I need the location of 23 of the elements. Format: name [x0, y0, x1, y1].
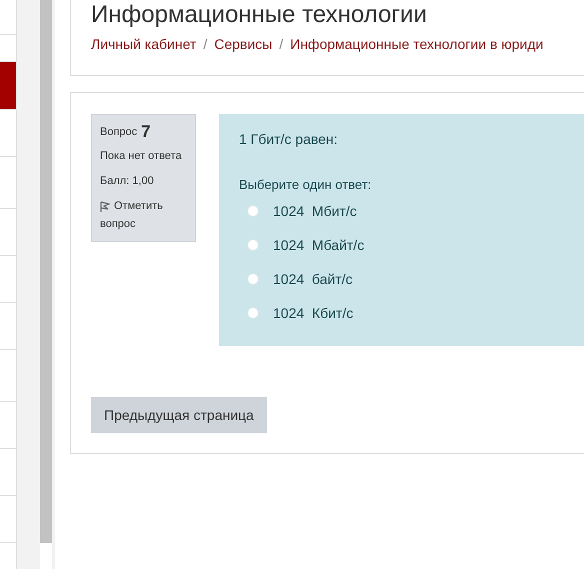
question-grade: Балл: 1,00: [100, 174, 155, 188]
answer-prompt: Выберите один ответ:: [239, 176, 372, 194]
radio-button[interactable]: [247, 205, 259, 217]
answer-option[interactable]: 1024 Кбит/с: [247, 302, 584, 324]
question-text: 1 Гбит/с равен:: [239, 130, 339, 149]
radio-button[interactable]: [247, 273, 259, 285]
question-status: Пока нет ответа: [100, 149, 183, 164]
radio-button[interactable]: [247, 307, 259, 319]
breadcrumb-link[interactable]: Сервисы: [214, 34, 272, 55]
answer-option[interactable]: 1024 Мбит/с: [247, 200, 584, 222]
answer-option[interactable]: 1024 Мбайт/с: [247, 234, 584, 256]
question-number: Вопрос 7: [100, 123, 152, 140]
flag-question-link[interactable]: Отметить вопрос: [100, 197, 187, 233]
answer-option[interactable]: 1024 байт/с: [247, 268, 584, 290]
breadcrumb-link[interactable]: Информационные технологии в юриди: [290, 34, 544, 55]
page-title: Информационные технологии: [91, 0, 428, 30]
breadcrumb-link[interactable]: Личный кабинет: [91, 34, 196, 55]
breadcrumb-separator: /: [279, 35, 284, 54]
breadcrumb-separator: /: [203, 35, 208, 54]
flag-icon: [100, 200, 110, 212]
radio-button[interactable]: [247, 239, 259, 251]
previous-page-button[interactable]: Предыдущая страница: [91, 397, 267, 433]
scrollbar[interactable]: [40, 0, 52, 543]
